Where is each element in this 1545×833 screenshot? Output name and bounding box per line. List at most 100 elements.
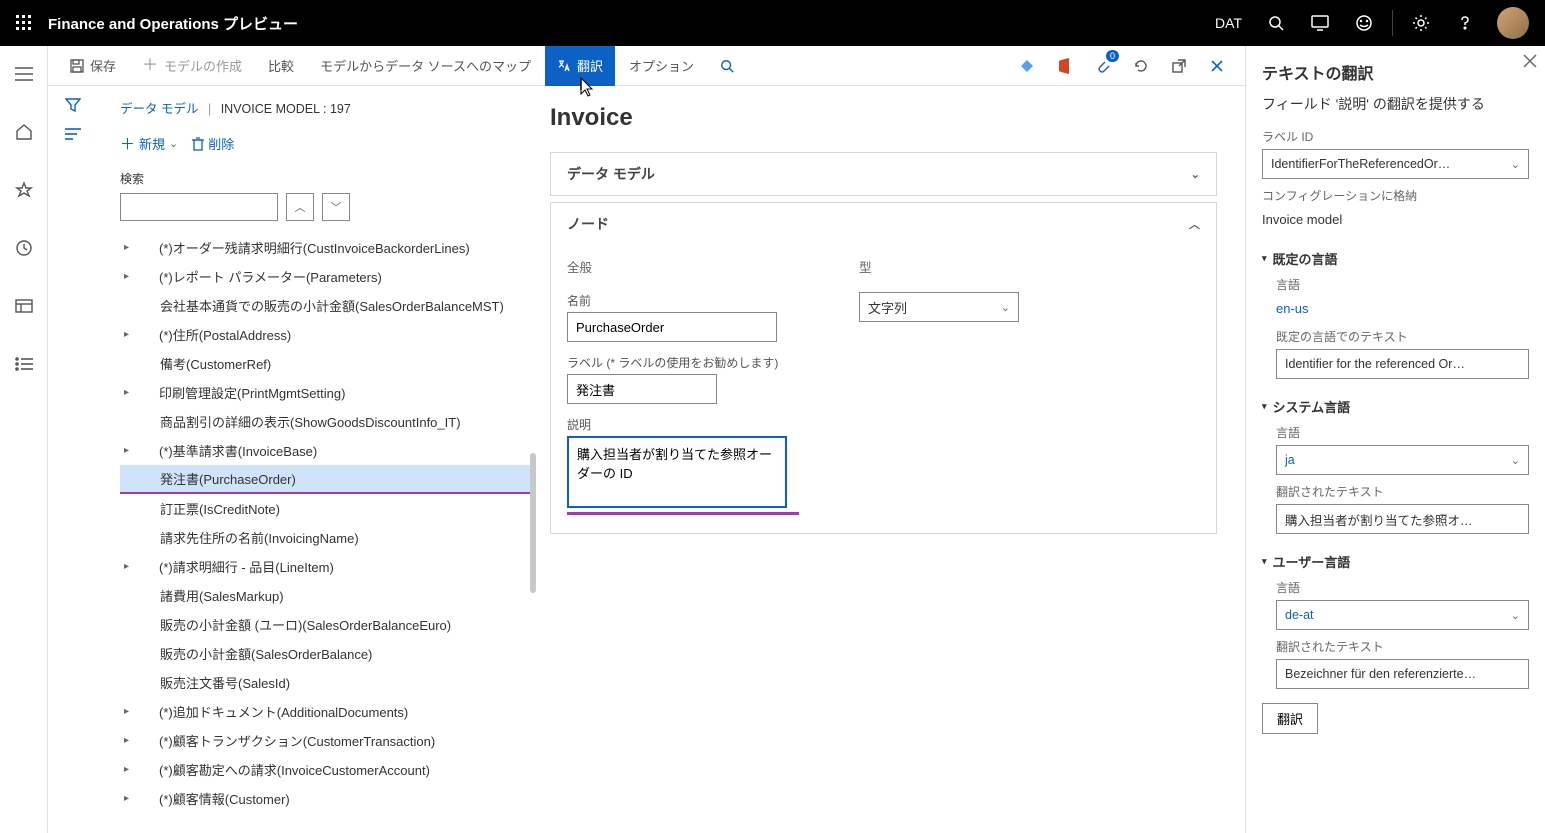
lines-icon[interactable] bbox=[65, 128, 81, 140]
translate-action-button[interactable]: 翻訳 bbox=[1262, 703, 1318, 734]
office-icon[interactable] bbox=[1047, 46, 1083, 86]
lang-label-2: 言語 bbox=[1276, 424, 1529, 441]
tree-item-label: 販売の小計金額 (ユーロ)(SalesOrderBalanceEuro) bbox=[160, 615, 451, 634]
tree-item-label: (*)請求明細行 - 品目(LineItem) bbox=[159, 557, 334, 576]
workspace-icon[interactable] bbox=[4, 286, 44, 326]
card-node-header[interactable]: ノード ︿ bbox=[551, 203, 1216, 245]
name-label: 名前 bbox=[567, 292, 799, 309]
section-user-lang[interactable]: ユーザー言語 bbox=[1262, 552, 1529, 571]
breadcrumb: データ モデル | INVOICE MODEL : 197 bbox=[120, 98, 538, 127]
hamburger-icon[interactable] bbox=[4, 54, 44, 94]
tree-item[interactable]: 諸費用(SalesMarkup) bbox=[120, 581, 534, 610]
label-input[interactable] bbox=[567, 374, 717, 404]
save-label: 保存 bbox=[90, 56, 116, 75]
desc-input[interactable] bbox=[567, 436, 787, 508]
tree-item[interactable]: (*)住所(PostalAddress) bbox=[120, 320, 534, 349]
card-node-title: ノード bbox=[567, 214, 609, 234]
tree-item[interactable]: 販売注文番号(SalesId) bbox=[120, 668, 534, 697]
breadcrumb-link[interactable]: データ モデル bbox=[120, 102, 198, 116]
diamond-icon[interactable] bbox=[1009, 46, 1045, 86]
tree-item[interactable]: (*)基準請求書(InvoiceBase) bbox=[120, 436, 534, 465]
card-datamodel-header[interactable]: データ モデル ⌄ bbox=[551, 153, 1216, 195]
compare-button[interactable]: 比較 bbox=[256, 46, 306, 86]
default-text-label: 既定の言語でのテキスト bbox=[1276, 328, 1529, 345]
tree-item-label: 商品割引の詳細の表示(ShowGoodsDiscountInfo_IT) bbox=[160, 412, 461, 431]
tree-item[interactable]: (*)顧客情報(Customer) bbox=[120, 784, 534, 813]
company-code[interactable]: DAT bbox=[1205, 15, 1252, 31]
tree-item[interactable]: 請求先住所の名前(InvoicingName) bbox=[120, 523, 534, 552]
lang-label-3: 言語 bbox=[1276, 579, 1529, 596]
translate-button[interactable]: 翻訳 bbox=[545, 46, 615, 86]
help-icon[interactable] bbox=[1445, 0, 1485, 46]
trans-text-user[interactable]: Bezeichner für den referenzierte… bbox=[1276, 659, 1529, 689]
filter-icon[interactable] bbox=[65, 98, 81, 112]
tree-item[interactable]: 備考(CustomerRef) bbox=[120, 349, 534, 378]
option-button[interactable]: オプション bbox=[617, 46, 706, 86]
attachment-icon[interactable]: 0 bbox=[1085, 46, 1121, 86]
lang-user: de-at bbox=[1285, 608, 1314, 622]
waffle-menu[interactable] bbox=[8, 7, 40, 39]
trans-text-system[interactable]: 購入担当者が割り当てた参照オ… bbox=[1276, 504, 1529, 534]
tree-item-label: 諸費用(SalesMarkup) bbox=[160, 586, 284, 605]
tree-item[interactable]: (*)顧客勘定への請求(InvoiceCustomerAccount) bbox=[120, 755, 534, 784]
chevron-down-icon: ⌄ bbox=[1001, 301, 1010, 314]
search-down-button[interactable]: ﹀ bbox=[322, 193, 350, 221]
labelid-label: ラベル ID bbox=[1262, 128, 1529, 145]
tree-item[interactable]: 会社基本通貨での販売の小計金額(SalesOrderBalanceMST) bbox=[120, 291, 534, 320]
tree-item[interactable]: 販売の小計金額(SalesOrderBalance) bbox=[120, 639, 534, 668]
panel-close-icon[interactable] bbox=[1523, 54, 1537, 68]
gear-icon[interactable] bbox=[1401, 0, 1441, 46]
create-model-button[interactable]: ＋ モデルの作成 bbox=[130, 46, 254, 86]
tree-item[interactable]: 印刷管理設定(PrintMgmtSetting) bbox=[120, 378, 534, 407]
scrollbar[interactable] bbox=[530, 453, 536, 593]
delete-label: 削除 bbox=[208, 134, 234, 153]
tree-item-label: 発注書(PurchaseOrder) bbox=[160, 469, 296, 488]
lang-label-1: 言語 bbox=[1276, 276, 1529, 293]
tree-item[interactable]: (*)オーダー残請求明細行(CustInvoiceBackorderLines) bbox=[120, 233, 534, 262]
map-model-button[interactable]: モデルからデータ ソースへのマップ bbox=[308, 46, 543, 86]
avatar[interactable] bbox=[1497, 7, 1529, 39]
search-input[interactable] bbox=[120, 193, 278, 221]
labelid-value: IdentifierForTheReferencedOr… bbox=[1271, 157, 1450, 171]
clock-icon[interactable] bbox=[4, 228, 44, 268]
stored-label: コンフィグレーションに格納 bbox=[1262, 187, 1529, 204]
tree-item-label: 販売注文番号(SalesId) bbox=[160, 673, 290, 692]
modules-icon[interactable] bbox=[4, 344, 44, 384]
desc-label: 説明 bbox=[567, 416, 799, 433]
monitor-icon[interactable] bbox=[1300, 0, 1340, 46]
save-button[interactable]: 保存 bbox=[58, 46, 128, 86]
card-datamodel-title: データ モデル bbox=[567, 164, 655, 184]
type-value: 文字列 bbox=[868, 298, 907, 317]
lang-system-select[interactable]: ja ⌄ bbox=[1276, 445, 1529, 475]
default-text-input[interactable]: Identifier for the referenced Or… bbox=[1276, 349, 1529, 379]
close-icon[interactable] bbox=[1199, 46, 1235, 86]
star-icon[interactable] bbox=[4, 170, 44, 210]
refresh-icon[interactable] bbox=[1123, 46, 1159, 86]
toolbar-search-icon[interactable] bbox=[708, 46, 746, 86]
section-default-lang[interactable]: 既定の言語 bbox=[1262, 249, 1529, 268]
home-icon[interactable] bbox=[4, 112, 44, 152]
tree-item[interactable]: 発注書(PurchaseOrder) bbox=[120, 465, 534, 494]
search-icon[interactable] bbox=[1256, 0, 1296, 46]
type-select[interactable]: 文字列 ⌄ bbox=[859, 292, 1019, 322]
delete-button[interactable]: 削除 bbox=[192, 134, 234, 153]
new-button[interactable]: ＋新規⌄ bbox=[120, 133, 178, 154]
tree-item[interactable]: (*)レポート パラメーター(Parameters) bbox=[120, 262, 534, 291]
lang-user-select[interactable]: de-at ⌄ bbox=[1276, 600, 1529, 630]
tree-item[interactable]: 商品割引の詳細の表示(ShowGoodsDiscountInfo_IT) bbox=[120, 407, 534, 436]
tree-item[interactable]: (*)請求明細行 - 品目(LineItem) bbox=[120, 552, 534, 581]
name-input[interactable] bbox=[567, 312, 777, 342]
lang-default[interactable]: en-us bbox=[1276, 297, 1529, 320]
popout-icon[interactable] bbox=[1161, 46, 1197, 86]
translate-label: 翻訳 bbox=[577, 56, 603, 75]
tree-item[interactable]: (*)追加ドキュメント(AdditionalDocuments) bbox=[120, 697, 534, 726]
trans-text-label-1: 翻訳されたテキスト bbox=[1276, 483, 1529, 500]
labelid-select[interactable]: IdentifierForTheReferencedOr… ⌄ bbox=[1262, 149, 1529, 179]
search-up-button[interactable]: ︿ bbox=[286, 193, 314, 221]
section-system-lang[interactable]: システム言語 bbox=[1262, 397, 1529, 416]
tree-item[interactable]: 販売の小計金額 (ユーロ)(SalesOrderBalanceEuro) bbox=[120, 610, 534, 639]
tree-item[interactable]: (*)顧客トランザクション(CustomerTransaction) bbox=[120, 726, 534, 755]
smile-icon[interactable] bbox=[1344, 0, 1384, 46]
tree-item[interactable]: 訂正票(IsCreditNote) bbox=[120, 494, 534, 523]
tree[interactable]: (*)オーダー残請求明細行(CustInvoiceBackorderLines)… bbox=[120, 233, 538, 813]
